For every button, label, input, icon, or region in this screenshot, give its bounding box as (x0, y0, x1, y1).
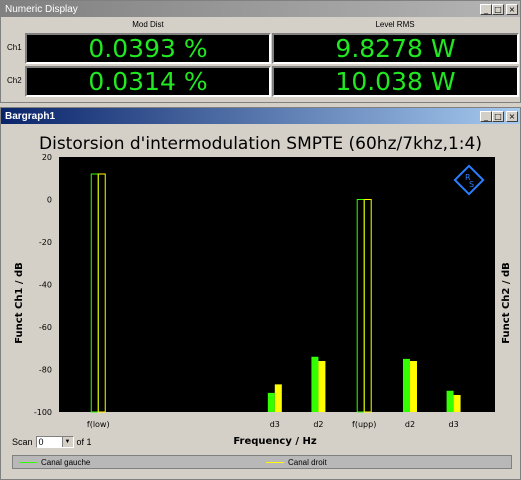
bar-ch2-5 (453, 395, 461, 412)
scan-control: Scan 0 ▼ of 1 (12, 436, 92, 448)
x-tick-label: d2 (313, 420, 323, 429)
bargraph-window: Bargraph1 _ □ × Distorsion d'intermodula… (0, 107, 521, 480)
legend-swatch-ch2 (266, 462, 284, 463)
scan-label: Scan (12, 437, 33, 447)
bar-ch2-4 (409, 361, 417, 412)
legend-label-ch2: Canal droit (288, 458, 327, 467)
numeric-display-titlebar[interactable]: Numeric Display _ □ × (1, 1, 520, 17)
restore-button[interactable]: □ (492, 3, 504, 15)
minimize-button[interactable]: _ (480, 3, 492, 15)
bargraph-chart: 20 0 -20 -40 -60 -80 -100 f(low) d3 d2 f(upp) d2 d3… (14, 153, 512, 447)
bar-ch1-2 (311, 356, 319, 412)
scan-of-label: of 1 (76, 437, 92, 447)
scan-value: 0 (38, 437, 44, 447)
y-tick-label: -20 (39, 238, 52, 247)
y-tick-label: 0 (47, 196, 52, 205)
ch1-mod-dist-value: 0.0393 % (25, 33, 271, 64)
bar-ch1-4 (402, 358, 410, 412)
y-axis-label-right: Funct Ch2 / dB (501, 262, 512, 344)
chevron-down-icon[interactable]: ▼ (61, 437, 73, 447)
x-tick-label: d3 (270, 420, 280, 429)
y-axis: 20 0 -20 -40 -60 -80 -100 (34, 153, 52, 417)
legend-item-canal-droit: Canal droit (266, 458, 327, 467)
close-button[interactable]: × (506, 3, 518, 15)
column-header-level-rms: Level RMS (375, 20, 415, 29)
bar-ch2-2 (318, 361, 326, 412)
x-tick-label: d2 (405, 420, 415, 429)
legend-swatch-ch1 (19, 462, 37, 463)
x-tick-label: f(low) (87, 420, 110, 429)
x-axis: f(low) d3 d2 f(upp) d2 d3 (87, 420, 459, 429)
bar-ch1-1 (267, 392, 275, 412)
row-label-ch1: Ch1 (7, 43, 22, 52)
y-tick-label: -100 (34, 408, 52, 417)
numeric-display-window: Numeric Display _ □ × Mod Dist Level RMS… (0, 0, 521, 103)
ch2-mod-dist-value: 0.0314 % (25, 66, 271, 97)
y-tick-label: -80 (39, 366, 52, 375)
column-header-mod-dist: Mod Dist (132, 20, 164, 29)
y-tick-label: 20 (42, 153, 52, 162)
legend-item-canal-gauche: Canal gauche (19, 458, 90, 467)
bar-ch2-1 (274, 384, 282, 412)
x-tick-label: d3 (448, 420, 458, 429)
x-tick-label: f(upp) (352, 420, 376, 429)
numeric-display-title: Numeric Display (5, 3, 78, 15)
svg-text:S: S (469, 180, 474, 189)
bar-ch1-5 (446, 390, 454, 412)
plot-area (59, 157, 495, 412)
legend-label-ch1: Canal gauche (41, 458, 91, 467)
ch2-level-rms-value: 10.038 W (272, 66, 519, 97)
y-tick-label: -40 (39, 281, 52, 290)
y-tick-label: -60 (39, 323, 52, 332)
scan-select[interactable]: 0 ▼ (35, 436, 74, 448)
ch1-level-rms-value: 9.8278 W (272, 33, 519, 64)
y-axis-label-left: Funct Ch1 / dB (14, 262, 25, 344)
legend: Canal gauche Canal droit (12, 455, 512, 469)
x-axis-label: Frequency / Hz (233, 436, 317, 447)
row-label-ch2: Ch2 (7, 76, 22, 85)
